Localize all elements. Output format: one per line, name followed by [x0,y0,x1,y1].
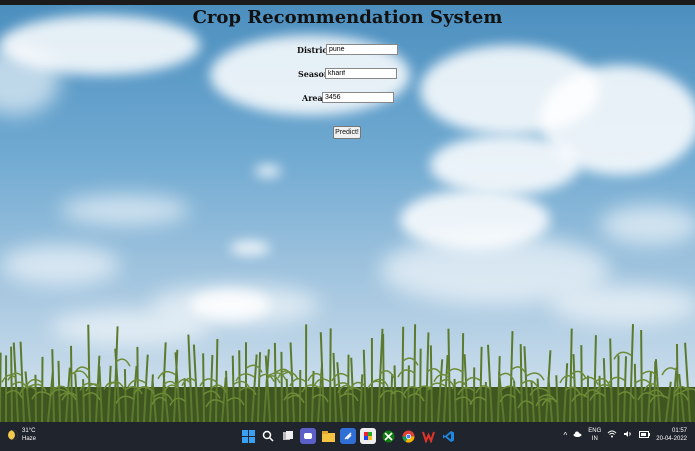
app-icon[interactable] [360,428,376,444]
chat-icon[interactable] [300,428,316,444]
moon-icon [8,430,18,440]
language-code: ENG [588,428,602,434]
weather-description: Haze [22,436,37,442]
volume-icon[interactable] [623,430,633,440]
system-tray: ^ ENG IN 01:57 20-04-2022 [564,427,687,443]
taskbar-apps [240,428,456,444]
weather-temperature: 31°C [22,428,36,434]
vscode-icon[interactable] [440,428,456,444]
xbox-icon[interactable] [380,428,396,444]
page-title: Crop Recommendation System [192,7,503,28]
search-icon[interactable] [260,428,276,444]
task-view-icon[interactable] [280,428,296,444]
cloud-icon[interactable] [573,431,582,439]
wps-icon[interactable] [420,428,436,444]
store-icon[interactable] [340,428,356,444]
area-row: Area : [0,92,695,104]
wifi-icon[interactable] [607,430,617,440]
district-input[interactable] [326,44,398,55]
chevron-up-icon[interactable]: ^ [564,431,568,440]
clock-date: 20-04-2022 [656,436,687,442]
windows-start-icon[interactable] [240,428,256,444]
predict-button[interactable]: Predict! [333,126,361,139]
file-explorer-icon[interactable] [320,428,336,444]
season-row: Season : [0,68,695,80]
clock-time: 01:57 [671,428,687,434]
area-input[interactable] [322,92,394,103]
season-input[interactable] [325,68,397,79]
clock[interactable]: 01:57 20-04-2022 [656,427,687,443]
region-code: IN [591,436,598,442]
cornfield [0,312,695,422]
taskbar: 31°C Haze ^ ENG IN 01:57 20-04-2022 [0,422,695,451]
language-indicator[interactable]: ENG IN [588,427,601,443]
weather-widget[interactable]: 31°C Haze [8,427,36,443]
district-row: District : [0,44,695,56]
battery-icon[interactable] [639,430,651,440]
chrome-icon[interactable] [400,428,416,444]
